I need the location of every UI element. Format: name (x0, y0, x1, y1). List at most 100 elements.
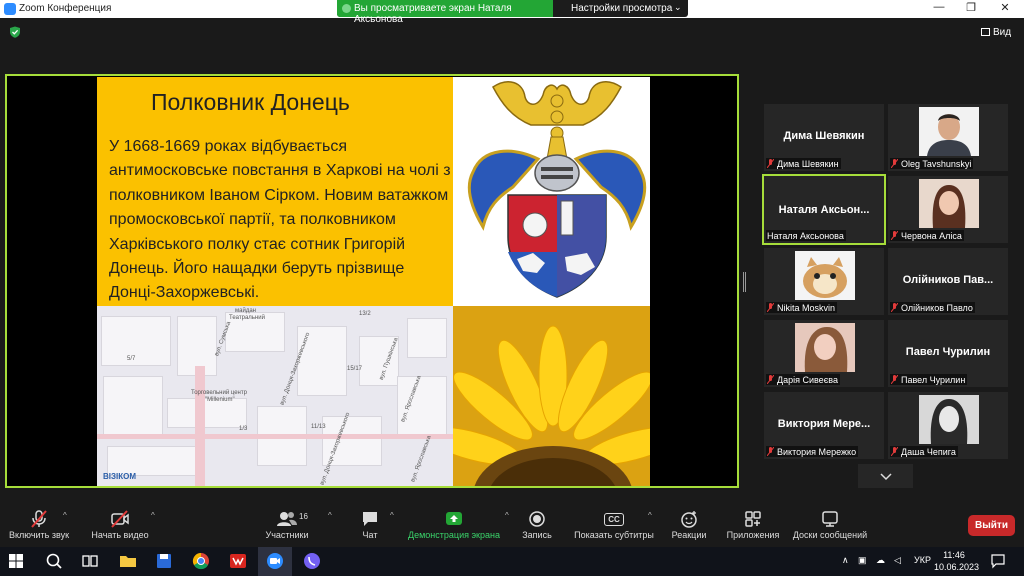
red-app-icon[interactable] (228, 551, 248, 571)
panel-resize-handle[interactable] (743, 272, 746, 292)
chat-bubble-icon (363, 512, 377, 526)
map-label: 5/7 (127, 356, 136, 362)
chrome-icon[interactable] (191, 551, 211, 571)
participant-display-name: Дима Шевякин (783, 130, 865, 142)
start-video-button[interactable]: Начать видео (88, 508, 152, 540)
shared-screen[interactable]: Полковник Донець У 1668-1669 роках відбу… (5, 74, 739, 488)
participant-display-name: Наталя Аксьон... (778, 204, 870, 216)
participant-tile[interactable]: Даша Чепига (888, 392, 1008, 459)
chevron-down-icon[interactable]: ⌄ (674, 2, 682, 13)
share-screen-icon (446, 512, 462, 525)
search-icon[interactable] (44, 551, 64, 571)
participant-label: Oleg Tavshunskyi (890, 158, 974, 169)
share-options-caret[interactable]: ^ (505, 511, 509, 520)
captions-options-caret[interactable]: ^ (648, 511, 652, 520)
clock[interactable]: 11:46 10.06.2023 (934, 549, 980, 573)
language-indicator[interactable]: УКР (914, 555, 931, 565)
whiteboards-button[interactable]: Доски сообщений (788, 508, 872, 540)
participant-label: Олійников Павло (890, 302, 975, 313)
windows-start-icon[interactable] (9, 554, 23, 568)
participant-display-name: Павел Чурилин (905, 346, 991, 358)
participant-name: Nikita Moskvin (777, 302, 836, 313)
scroll-participants-down-button[interactable] (858, 464, 913, 488)
whiteboards-label: Доски сообщений (792, 530, 868, 540)
chat-label: Чат (362, 530, 378, 540)
view-options-button[interactable]: Настройки просмотра (571, 3, 672, 14)
window-title: Zoom Конференция (19, 3, 112, 14)
participant-tile[interactable]: Олійников Пав... Олійников Павло (888, 248, 1008, 315)
shield-check-icon[interactable] (9, 26, 21, 38)
chat-options-caret[interactable]: ^ (390, 511, 394, 520)
participant-label: Дарія Сивеєва (766, 374, 840, 385)
mic-muted-icon (767, 447, 774, 456)
restore-button[interactable]: ❐ (956, 1, 986, 17)
participants-label: Участники (265, 530, 309, 540)
participant-tile[interactable]: Виктория Мере... Виктория Мережко (764, 392, 884, 459)
notifications-icon[interactable] (990, 553, 1006, 569)
participants-icon (277, 512, 297, 526)
map-label: вул. Ярославська (410, 434, 433, 484)
participant-tile[interactable]: Павел Чурилин Павел Чурилин (888, 320, 1008, 387)
share-screen-button[interactable]: Демонстрация экрана (405, 508, 503, 540)
whiteboard-icon (822, 511, 838, 527)
leave-meeting-button[interactable]: Выйти (968, 515, 1015, 536)
clock-time: 11:46 (943, 550, 965, 560)
participant-tile[interactable]: Дима Шевякин Дима Шевякин (764, 104, 884, 171)
participant-video (919, 107, 979, 156)
minimize-button[interactable]: — (924, 1, 954, 17)
participant-tile[interactable]: Дарія Сивеєва (764, 320, 884, 387)
windows-taskbar: ∧ ▣ ☁ ◁ УКР 11:46 10.06.2023 (0, 547, 1024, 576)
task-view-icon[interactable] (80, 551, 100, 571)
zoom-app-icon (4, 3, 16, 15)
participant-name: Наталя Аксьонова (767, 230, 844, 241)
share-status-icon (342, 4, 351, 13)
file-explorer-icon[interactable] (118, 551, 138, 571)
participant-tile-active-speaker[interactable]: Наталя Аксьон... Наталя Аксьонова (762, 174, 886, 245)
participant-name: Олійников Павло (901, 302, 973, 313)
share-status-area: Вы просматриваете экран Наталя Аксьонова (337, 0, 553, 25)
reactions-button[interactable]: Реакции (668, 508, 710, 540)
audio-options-caret[interactable]: ^ (63, 511, 67, 520)
participants-options-caret[interactable]: ^ (328, 511, 332, 520)
save-app-icon[interactable] (154, 551, 174, 571)
view-button[interactable]: Вид (981, 27, 1011, 38)
record-icon (529, 511, 545, 527)
apps-button[interactable]: Приложения (722, 508, 784, 540)
network-icon[interactable]: ▣ (858, 555, 867, 566)
onedrive-icon[interactable]: ☁ (876, 555, 885, 566)
share-status-text: Вы просматриваете экран Наталя Аксьонова (354, 3, 512, 25)
taskbar-active-app[interactable] (258, 547, 292, 576)
record-button[interactable]: Запись (517, 508, 557, 540)
map-logo: ВІЗІКОМ (103, 472, 137, 481)
participant-label: Наталя Аксьонова (766, 230, 846, 241)
show-captions-button[interactable]: CC Показать субтитры (572, 508, 656, 540)
grid-view-icon (981, 28, 990, 36)
video-options-caret[interactable]: ^ (151, 511, 155, 520)
volume-icon[interactable]: ◁ (894, 555, 901, 566)
participant-tile[interactable]: Червона Аліса (888, 176, 1008, 243)
mic-muted-icon (767, 303, 774, 312)
tray-expand-icon[interactable]: ∧ (842, 555, 849, 566)
participant-tile[interactable]: Nikita Moskvin (764, 248, 884, 315)
participant-label: Червона Аліса (890, 230, 964, 241)
viber-icon[interactable] (302, 551, 322, 571)
participant-name: Дима Шевякин (777, 158, 839, 169)
map-label: 13/2 (359, 311, 371, 317)
slide-text-panel: Полковник Донець У 1668-1669 роках відбу… (97, 77, 453, 306)
zoom-window: Zoom Конференция — ❐ ✕ Вы просматриваете… (0, 0, 1024, 576)
participant-display-name: Виктория Мере... (777, 418, 871, 430)
apps-label: Приложения (726, 530, 780, 540)
clock-date: 10.06.2023 (934, 562, 980, 572)
map-label: 1/3 (239, 426, 248, 432)
participant-tile[interactable]: Oleg Tavshunskyi (888, 104, 1008, 171)
close-button[interactable]: ✕ (990, 1, 1020, 17)
unmute-label: Включить звук (8, 530, 70, 540)
view-label: Вид (993, 27, 1012, 38)
presentation-slide: Полковник Донець У 1668-1669 роках відбу… (97, 77, 650, 486)
mic-muted-icon (891, 159, 898, 168)
participant-name: Даша Чепига (901, 446, 956, 457)
participant-video (795, 323, 855, 372)
sunflower-image (453, 306, 650, 486)
city-map-image: майдан Театральний вул. Сумська вул. Дон… (97, 306, 453, 486)
chat-button[interactable]: Чат (352, 508, 388, 540)
